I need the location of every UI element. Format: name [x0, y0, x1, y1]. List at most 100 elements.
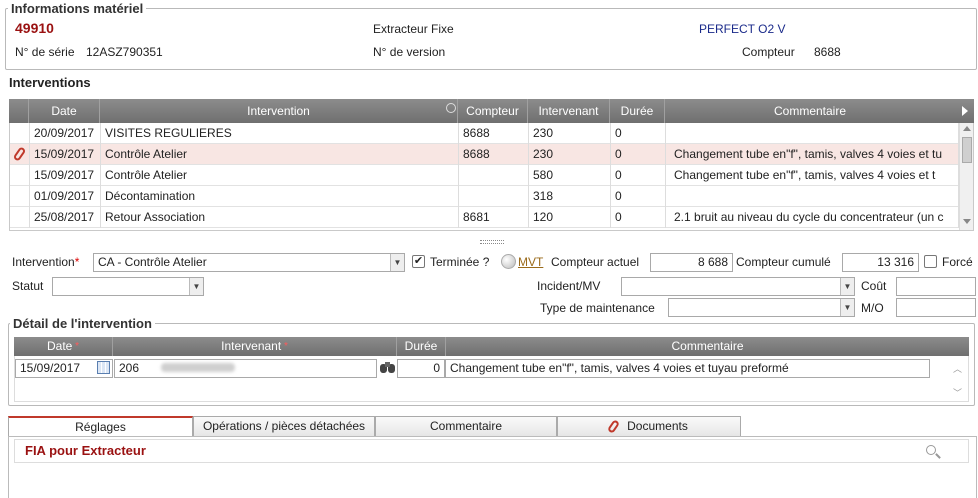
mo-input[interactable] [896, 298, 976, 317]
maintenance-select[interactable]: ▼ [668, 298, 855, 317]
cell-date: 20/09/2017 [30, 123, 101, 144]
cell-compteur: 8681 [459, 207, 529, 228]
intervention-select[interactable]: CA - Contrôle Atelier ▼ [93, 253, 405, 272]
detail-legend: Détail de l'intervention [10, 316, 155, 331]
table-row[interactable]: 15/09/2017 Contrôle Atelier 580 0 Changement… [10, 165, 959, 186]
mvt-link[interactable]: MVT [518, 255, 543, 269]
detail-commentaire-input[interactable]: Changement tube en"f", tamis, valves 4 v… [445, 359, 930, 378]
terminee-checkbox[interactable]: ✔ [412, 255, 425, 268]
materiel-code: 49910 [15, 20, 54, 36]
cell-commentaire [666, 186, 959, 207]
scroll-down-icon[interactable] [963, 219, 971, 224]
table-row[interactable]: 25/08/2017 Retour Association 8681 120 0 2.1 … [10, 207, 959, 228]
cell-duree: 0 [611, 144, 666, 165]
chevron-down-icon: ▼ [390, 254, 404, 271]
cell-date: 01/09/2017 [30, 186, 101, 207]
cell-attachment [10, 123, 30, 144]
serie-value: 12ASZ790351 [86, 45, 163, 59]
detail-col-commentaire[interactable]: Commentaire [446, 337, 969, 356]
cell-attachment [10, 207, 30, 228]
cell-compteur [459, 165, 529, 186]
cell-duree: 0 [611, 207, 666, 228]
force-checkbox[interactable] [924, 255, 937, 268]
maintenance-label: Type de maintenance [540, 301, 655, 315]
detail-scroll-up-icon[interactable]: ︿ [953, 362, 962, 375]
scroll-up-icon[interactable] [963, 126, 971, 131]
materiel-legend: Informations matériel [8, 1, 147, 16]
panel-header [14, 439, 969, 463]
cell-intervention: Contrôle Atelier [101, 144, 459, 165]
cell-compteur [459, 186, 529, 207]
detail-grid-header: Date * Intervenant * Durée Commentaire [14, 337, 969, 356]
tab-documents[interactable]: Documents [557, 416, 741, 436]
col-compteur[interactable]: Compteur [458, 99, 528, 123]
materiel-type: Extracteur Fixe [373, 22, 454, 36]
tab-operations[interactable]: Opérations / pièces détachées [193, 416, 375, 436]
cell-date: 15/09/2017 [30, 144, 101, 165]
compteur-actuel-input[interactable]: 8 688 [650, 253, 733, 272]
chevron-down-icon: ▼ [189, 278, 203, 295]
tab-reglages[interactable]: Réglages [8, 416, 193, 437]
detail-duree-input[interactable]: 0 [397, 359, 445, 378]
interventions-grid-body: 20/09/2017 VISITES REGULIERES 8688 230 0 15/0… [9, 123, 974, 231]
panel-title: FIA pour Extracteur [25, 443, 146, 458]
detail-col-duree[interactable]: Durée [397, 337, 446, 356]
cell-commentaire: Changement tube en"f", tamis, valves 4 v… [666, 165, 959, 186]
grid-vertical-scrollbar[interactable] [959, 123, 973, 230]
chevron-down-icon: ▼ [840, 278, 854, 295]
paperclip-icon[interactable] [12, 146, 27, 162]
scroll-right-icon[interactable] [962, 106, 968, 116]
force-label: Forcé [942, 255, 973, 269]
col-date[interactable]: Date [29, 99, 100, 123]
paperclip-icon [607, 419, 621, 435]
cell-commentaire [666, 123, 959, 144]
statut-label: Statut [12, 279, 44, 293]
cell-intervenant: 120 [529, 207, 611, 228]
intervention-label: Intervention* [12, 255, 80, 269]
splitter-handle[interactable] [480, 240, 504, 244]
col-commentaire[interactable]: Commentaire [665, 99, 955, 123]
cell-duree: 0 [611, 123, 666, 144]
tab-commentaire[interactable]: Commentaire [375, 416, 557, 436]
cell-date: 15/09/2017 [30, 165, 101, 186]
compteur-cumule-input[interactable]: 13 316 [842, 253, 919, 272]
table-row[interactable]: 01/09/2017 Décontamination 318 0 [10, 186, 959, 207]
compteur-cumule-label: Compteur cumulé [736, 255, 831, 269]
cell-intervenant: 318 [529, 186, 611, 207]
calendar-icon[interactable] [97, 361, 110, 374]
cell-intervenant: 230 [529, 144, 611, 165]
col-duree[interactable]: Durée [610, 99, 665, 123]
cell-intervention: Contrôle Atelier [101, 165, 459, 186]
cell-attachment [10, 186, 30, 207]
cell-intervention: VISITES REGULIERES [101, 123, 459, 144]
search-icon[interactable] [446, 103, 456, 113]
col-intervenant[interactable]: Intervenant [528, 99, 610, 123]
detail-col-date[interactable]: Date * [14, 337, 113, 356]
col-pin-1[interactable] [9, 99, 29, 123]
cout-input[interactable] [896, 277, 976, 296]
statut-select[interactable]: ▼ [52, 277, 204, 296]
cell-intervenant: 230 [529, 123, 611, 144]
intervenant-name-blurred [161, 363, 236, 372]
cell-duree: 0 [611, 165, 666, 186]
incident-label: Incident/MV [537, 279, 601, 293]
col-intervention[interactable]: Intervention [100, 99, 458, 123]
cell-compteur: 8688 [459, 144, 529, 165]
version-label: N° de version [373, 45, 446, 59]
detail-col-intervenant[interactable]: Intervenant * [113, 337, 397, 356]
materiel-model: PERFECT O2 V [699, 22, 786, 36]
detail-intervenant-input[interactable]: 206 [114, 359, 377, 378]
cell-duree: 0 [611, 186, 666, 207]
compteur-value: 8688 [814, 45, 841, 59]
detail-scroll-down-icon[interactable]: ﹀ [953, 386, 962, 399]
cell-intervenant: 580 [529, 165, 611, 186]
interventions-title: Interventions [9, 75, 91, 90]
incident-select[interactable]: ▼ [621, 277, 855, 296]
table-row[interactable]: 15/09/2017 Contrôle Atelier 8688 230 0 Change… [10, 144, 959, 165]
cell-attachment [10, 165, 30, 186]
cout-label: Coût [861, 279, 887, 293]
table-row[interactable]: 20/09/2017 VISITES REGULIERES 8688 230 0 [10, 123, 959, 144]
scroll-thumb[interactable] [962, 137, 972, 163]
binoculars-icon[interactable] [380, 362, 396, 373]
chevron-down-icon: ▼ [840, 299, 854, 316]
